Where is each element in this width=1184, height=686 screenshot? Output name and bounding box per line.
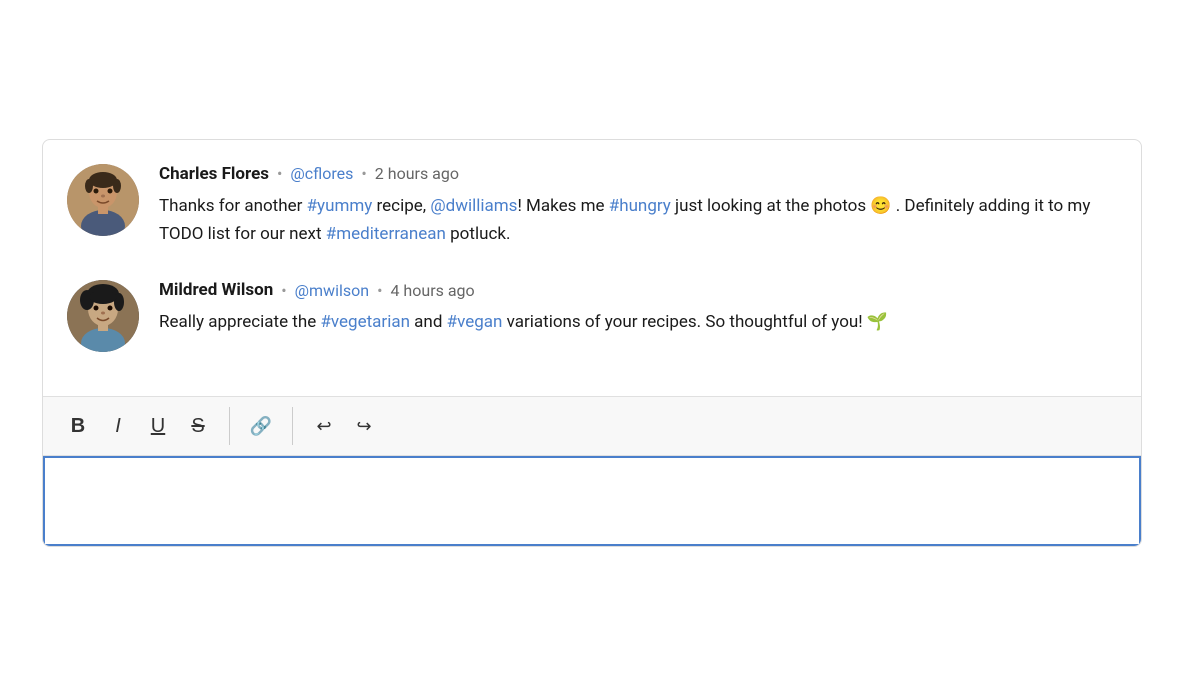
italic-button[interactable]: I <box>99 407 137 445</box>
comment-item: Mildred Wilson • @mwilson • 4 hours ago … <box>67 280 1117 352</box>
hashtag-vegan[interactable]: #vegan <box>447 312 503 332</box>
underline-button[interactable]: U <box>139 407 177 445</box>
mildred-username[interactable]: @mwilson <box>295 281 369 300</box>
charles-avatar <box>67 164 139 236</box>
charles-timestamp: 2 hours ago <box>375 164 459 183</box>
redo-button[interactable]: ↪ <box>345 407 383 445</box>
dot-1: • <box>277 164 282 183</box>
charles-comment-body: Charles Flores • @cflores • 2 hours ago … <box>159 164 1117 248</box>
dot-4: • <box>377 281 382 300</box>
hashtag-mediterranean[interactable]: #mediterranean <box>326 224 446 244</box>
comments-list: Charles Flores • @cflores • 2 hours ago … <box>43 140 1141 396</box>
charles-comment-text: Thanks for another #yummy recipe, @dwill… <box>159 192 1117 248</box>
dot-2: • <box>361 164 366 183</box>
mildred-avatar <box>67 280 139 352</box>
mildred-timestamp: 4 hours ago <box>390 281 474 300</box>
editor-toolbar: B I U S 🔗 ↩ ↪ <box>43 397 1141 456</box>
comment-item: Charles Flores • @cflores • 2 hours ago … <box>67 164 1117 248</box>
charles-username[interactable]: @cflores <box>290 164 353 183</box>
comment-section-container: Charles Flores • @cflores • 2 hours ago … <box>42 139 1142 547</box>
charles-name: Charles Flores <box>159 164 269 184</box>
mildred-name: Mildred Wilson <box>159 280 273 300</box>
mildred-comment-body: Mildred Wilson • @mwilson • 4 hours ago … <box>159 280 1117 352</box>
mildred-comment-text: Really appreciate the #vegetarian and #v… <box>159 308 1117 336</box>
hashtag-yummy[interactable]: #yummy <box>307 196 373 216</box>
link-button[interactable]: 🔗 <box>242 407 280 445</box>
mention-dwilliams[interactable]: @dwilliams <box>430 196 517 216</box>
bold-button[interactable]: B <box>59 407 97 445</box>
link-group: 🔗 <box>242 407 293 445</box>
undo-button[interactable]: ↩ <box>305 407 343 445</box>
charles-meta: Charles Flores • @cflores • 2 hours ago <box>159 164 1117 184</box>
hashtag-hungry[interactable]: #hungry <box>609 196 671 216</box>
mildred-meta: Mildred Wilson • @mwilson • 4 hours ago <box>159 280 1117 300</box>
comment-editor[interactable] <box>43 456 1141 546</box>
strikethrough-button[interactable]: S <box>179 407 217 445</box>
hashtag-vegetarian[interactable]: #vegetarian <box>320 312 410 332</box>
dot-3: • <box>281 281 286 300</box>
history-group: ↩ ↪ <box>305 407 383 445</box>
formatting-group: B I U S <box>59 407 230 445</box>
